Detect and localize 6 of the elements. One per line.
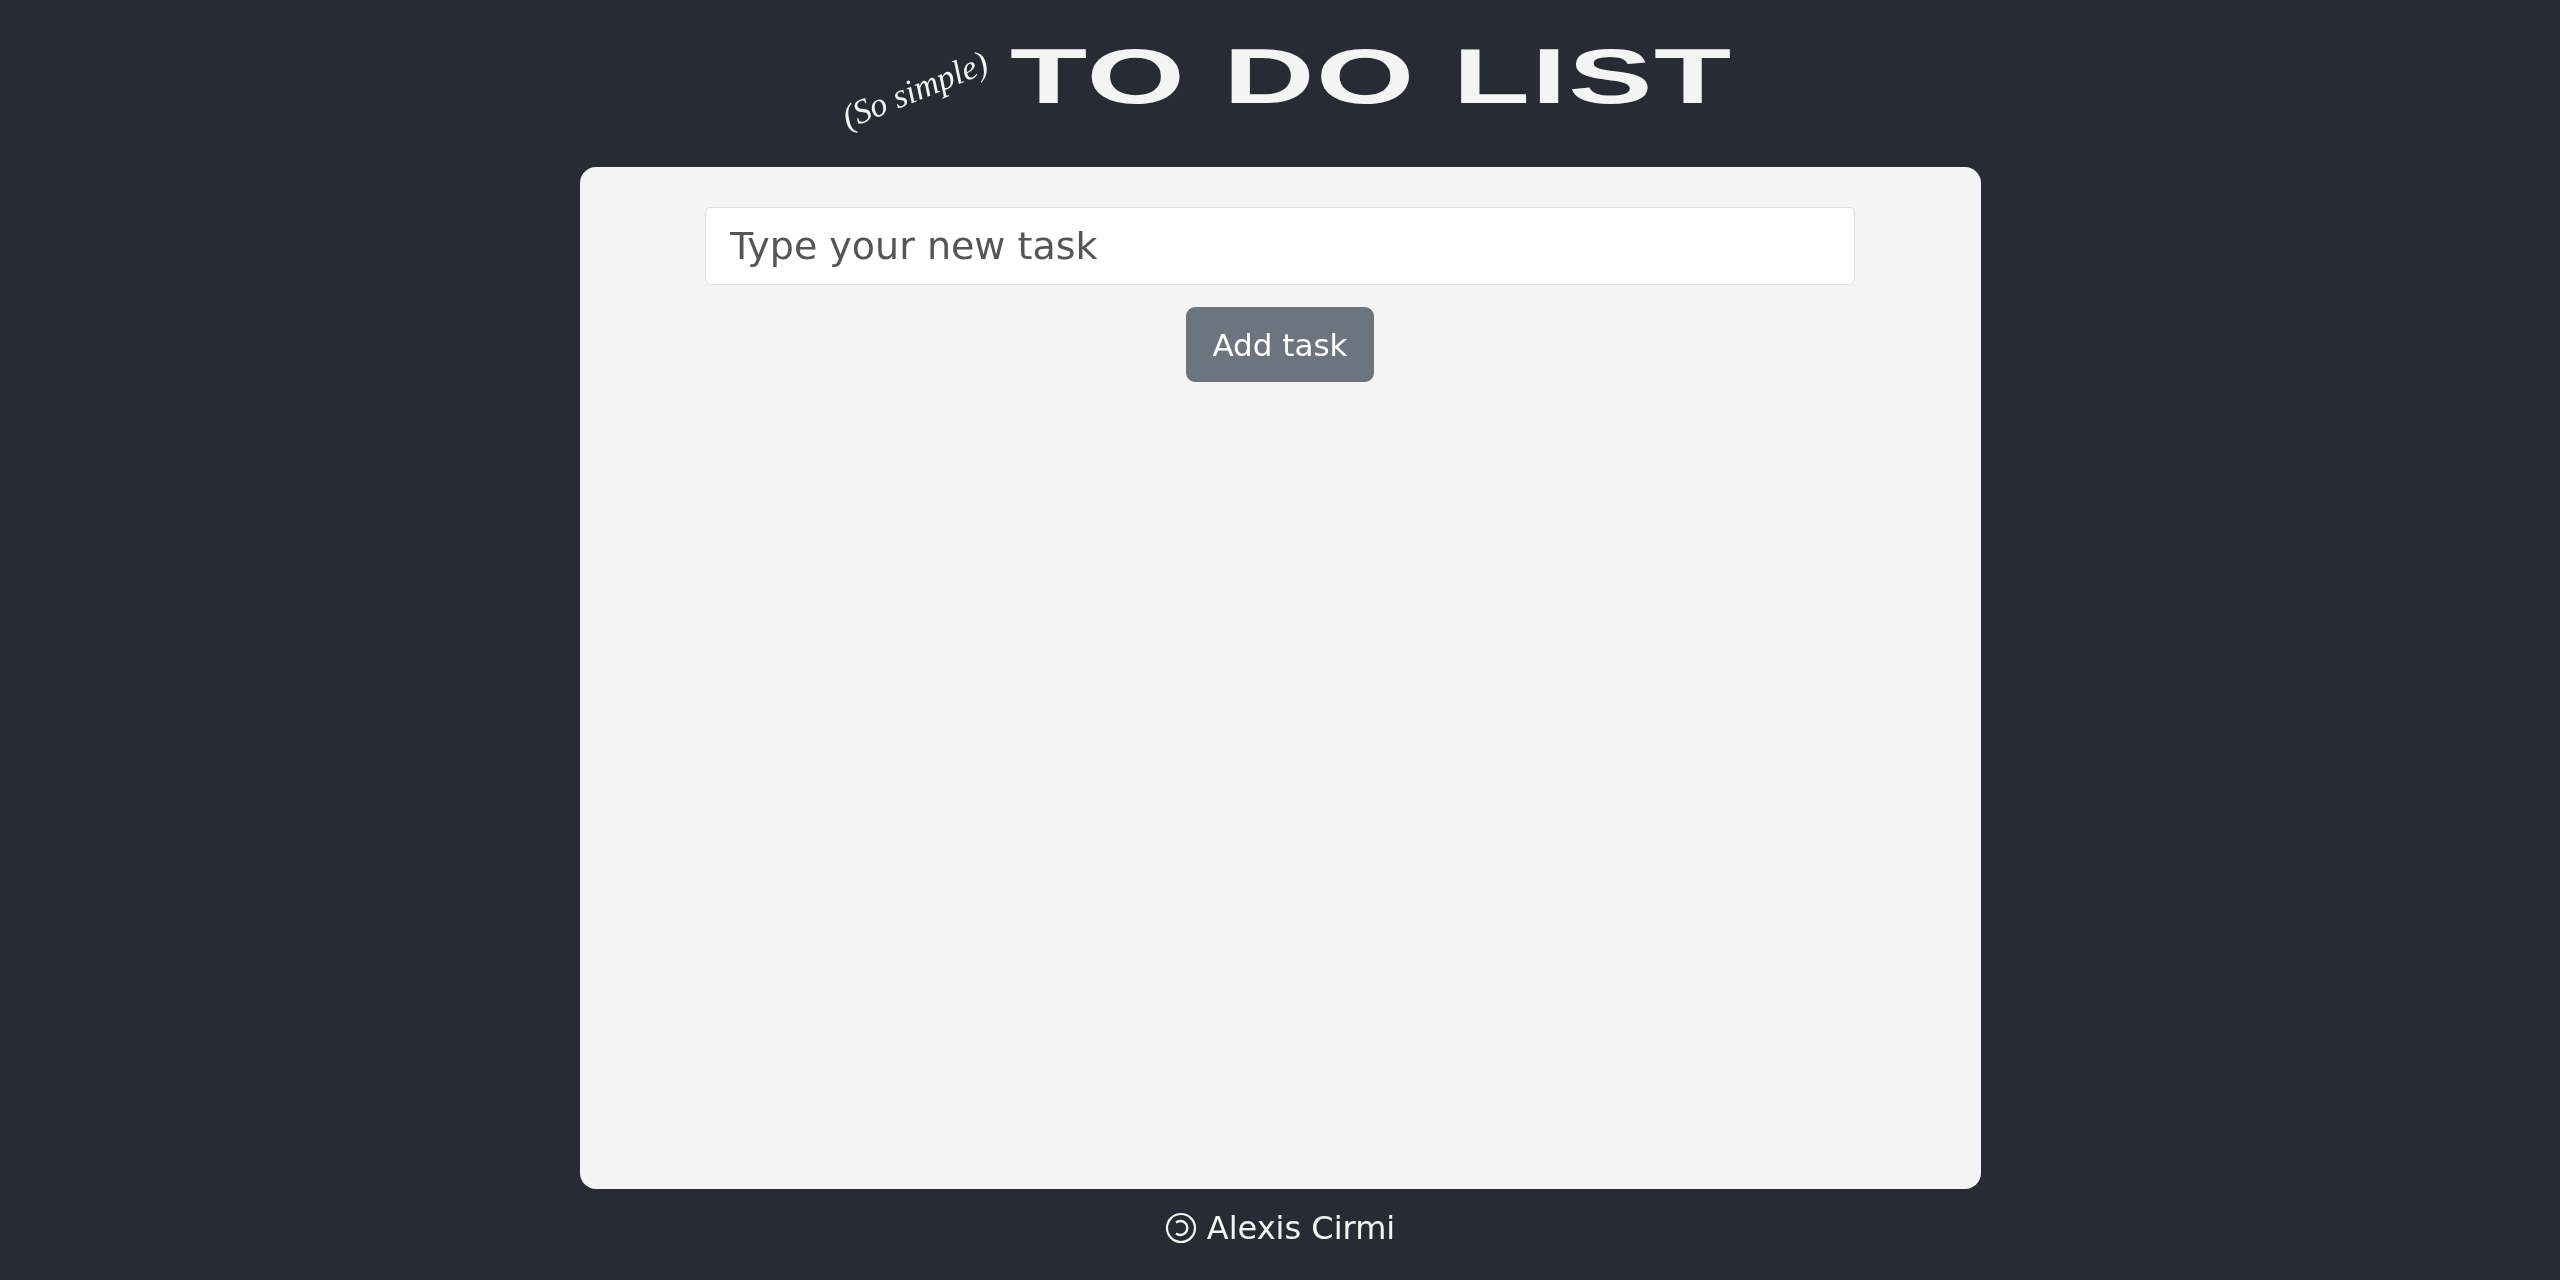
copyleft-icon bbox=[1164, 1212, 1197, 1244]
task-input-field[interactable]: Type your new task bbox=[705, 207, 1855, 285]
add-task-button[interactable]: Add task bbox=[1186, 307, 1374, 382]
author-name: Alexis Cirmi bbox=[1206, 1209, 1396, 1247]
subtitle: (So simple) bbox=[836, 43, 994, 137]
page-title: TO DO LIST bbox=[1009, 37, 1733, 115]
